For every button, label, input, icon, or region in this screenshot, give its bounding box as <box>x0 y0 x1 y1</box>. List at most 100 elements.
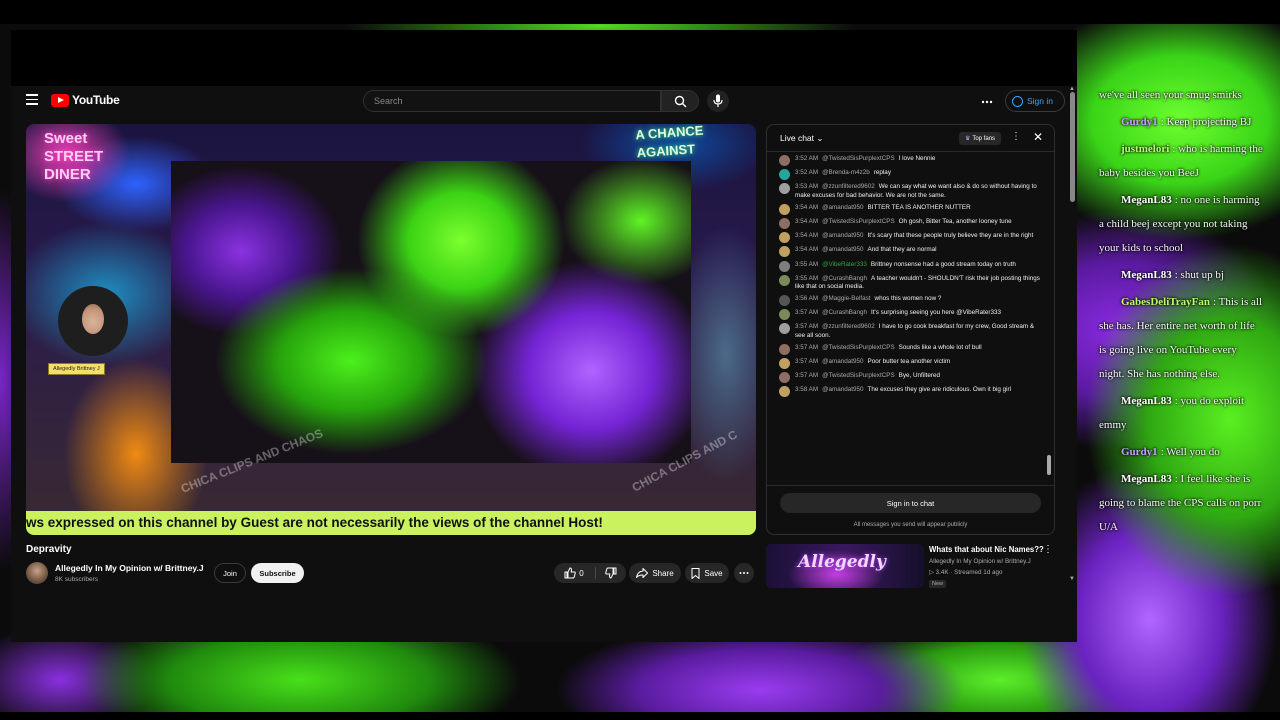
chat-more-icon[interactable]: ⋮ <box>1011 131 1021 142</box>
chat-avatar[interactable] <box>779 386 790 398</box>
chat-text: BITTER TEA IS ANOTHER NUTTER <box>867 203 971 211</box>
overlay-chat-message: Gurdy1: Keep projecting BJ <box>1099 110 1264 134</box>
recommended-thumbnail[interactable]: Allegedly <box>766 544 924 588</box>
top-fans-button[interactable]: ♛ Top fans <box>959 132 1001 145</box>
chat-avatar[interactable] <box>779 274 790 286</box>
chat-author[interactable]: @Brenda-m4z2b <box>822 169 870 176</box>
sign-in-to-chat-button[interactable]: Sign in to chat <box>780 493 1041 513</box>
chat-message-body: 3:56 AM @Maggie-Belfast whos this women no… <box>795 295 1041 304</box>
chat-message-body: 3:57 AM @TwistedSisPurplextCPS Sounds like… <box>795 344 1041 353</box>
chat-message: 3:52 AM @TwistedSisPurplextCPS I love Nenn… <box>779 155 1041 166</box>
scroll-down-arrow-icon[interactable]: ▼ <box>1069 576 1075 582</box>
chat-avatar[interactable] <box>779 203 790 215</box>
search-button[interactable] <box>661 90 699 112</box>
chat-avatar[interactable] <box>779 217 790 229</box>
chat-avatar[interactable] <box>779 260 790 272</box>
chat-timestamp: 3:57 AM <box>795 343 819 351</box>
chat-text: Sounds like a whole lot of bull <box>898 343 982 351</box>
search-box <box>363 90 680 112</box>
recommended-stats: 3.4K · Streamed 1d ago <box>935 569 1003 576</box>
share-button[interactable]: Share <box>629 563 681 583</box>
youtube-logo[interactable]: YouTube <box>51 93 120 107</box>
subscribe-button[interactable]: Subscribe <box>251 563 304 583</box>
live-chat-mode-dropdown[interactable]: Live chat ⌄ <box>780 133 824 144</box>
streamer-face <box>82 304 104 334</box>
chat-author[interactable]: @amandat950 <box>822 358 863 365</box>
search-input[interactable] <box>364 91 680 111</box>
chat-message-body: 3:53 AM @zzunfiltered9602 We can say what … <box>795 183 1041 200</box>
save-button[interactable]: Save <box>685 563 729 583</box>
chat-author[interactable]: @zzunfiltered9602 <box>822 183 875 190</box>
chat-message-body: 3:57 AM @zzunfiltered9602 I have to go coo… <box>795 323 1041 340</box>
sign-in-button[interactable]: Sign in <box>1005 90 1065 112</box>
chat-message: 3:58 AM @amandat950 The excuses they give … <box>779 386 1041 398</box>
chat-message: 3:57 AM @CurashBangh It's surprising seein… <box>779 309 1041 321</box>
recommended-more-icon[interactable]: ⋮ <box>1043 544 1053 555</box>
chat-avatar[interactable] <box>779 295 790 307</box>
page-scrollbar[interactable] <box>1070 92 1075 202</box>
recommended-title[interactable]: Whats that about Nic Names?? <box>929 545 1044 554</box>
chat-message-list[interactable]: 3:52 AM @TwistedSisPurplextCPS I love Nenn… <box>779 155 1041 485</box>
overlay-username: MeganL83 <box>1121 395 1172 407</box>
chat-message: 3:53 AM @zzunfiltered9602 We can say what … <box>779 183 1041 200</box>
chat-author[interactable]: @amandat950 <box>822 246 863 253</box>
chat-avatar[interactable] <box>779 246 790 258</box>
voice-search-button[interactable] <box>707 90 729 112</box>
chat-author[interactable]: @VibeRater333 <box>822 261 867 268</box>
overlay-chat-message: MeganL83: I feel like she is going to bl… <box>1099 467 1264 539</box>
channel-name[interactable]: Allegedly In My Opinion w/ Brittney.J <box>55 563 204 573</box>
settings-more-icon[interactable] <box>981 95 993 107</box>
chat-avatar[interactable] <box>779 155 790 166</box>
chat-timestamp: 3:57 AM <box>795 309 819 317</box>
chat-author[interactable]: @zzunfiltered9602 <box>822 323 875 330</box>
chat-author[interactable]: @amandat950 <box>822 232 863 239</box>
chat-text: And that they are normal <box>867 246 937 254</box>
channel-avatar[interactable] <box>26 562 48 584</box>
join-button[interactable]: Join <box>214 563 246 583</box>
video-player[interactable]: Sweet STREET DINER A CHANCE AGAINST Alle… <box>26 124 756 535</box>
chat-author[interactable]: @CurashBangh <box>822 309 867 316</box>
chat-author[interactable]: @CurashBangh <box>822 275 867 282</box>
chat-avatar[interactable] <box>779 309 790 321</box>
thumbs-down-icon <box>605 567 617 579</box>
chat-author[interactable]: @TwistedSisPurplextCPS <box>822 372 895 379</box>
chat-message: 3:54 AM @TwistedSisPurplextCPS Oh gosh, Bi… <box>779 217 1041 229</box>
recommended-channel[interactable]: Allegedly In My Opinion w/ Brittney.J <box>929 558 1031 565</box>
chat-author[interactable]: @TwistedSisPurplextCPS <box>822 218 895 225</box>
chat-author[interactable]: @TwistedSisPurplextCPS <box>822 344 895 351</box>
chat-close-icon[interactable]: ✕ <box>1033 130 1043 144</box>
chat-message-body: 3:57 AM @TwistedSisPurplextCPS Bye, Unfilt… <box>795 372 1041 381</box>
like-button[interactable]: 0 <box>554 563 594 583</box>
hamburger-menu-icon[interactable] <box>26 94 38 105</box>
chat-avatar[interactable] <box>779 358 790 369</box>
live-chat-panel: Live chat ⌄ ♛ Top fans ⋮ ✕ 3:52 AM @Twiste… <box>766 124 1055 535</box>
live-chat-title: Live chat <box>780 133 815 143</box>
crown-icon: ♛ <box>964 136 971 142</box>
chat-avatar[interactable] <box>779 372 790 384</box>
streamer-webcam <box>58 286 128 356</box>
chat-text: It's surprising seeing you here @VibeRat… <box>871 309 1002 317</box>
smoke-inset-video <box>171 161 691 463</box>
chat-author[interactable]: @amandat950 <box>822 386 863 393</box>
more-actions-button[interactable] <box>734 563 754 583</box>
dislike-button[interactable] <box>598 563 624 583</box>
chat-timestamp: 3:54 AM <box>795 246 819 254</box>
bottom-letterbox <box>0 712 1280 720</box>
chat-scrollbar[interactable] <box>1047 455 1051 475</box>
chat-message: 3:55 AM @CurashBangh A teacher wouldn't - … <box>779 274 1041 292</box>
chat-avatar[interactable] <box>779 343 790 355</box>
chat-avatar[interactable] <box>779 169 790 181</box>
chat-avatar[interactable] <box>779 183 790 195</box>
save-label: Save <box>704 568 723 578</box>
chat-text: It's scary that these people truly belie… <box>867 232 1034 240</box>
chat-author[interactable]: @TwistedSisPurplextCPS <box>822 155 895 162</box>
chat-message-body: 3:55 AM @VibeRater333 Brittney nonsense ha… <box>795 261 1041 270</box>
recommended-meta: ▷ 3.4K · Streamed 1d ago <box>929 569 1002 576</box>
chat-timestamp: 3:57 AM <box>795 323 819 331</box>
chat-avatar[interactable] <box>779 323 790 335</box>
chat-timestamp: 3:53 AM <box>795 183 819 191</box>
chat-avatar[interactable] <box>779 232 790 244</box>
chat-author[interactable]: @Maggie-Belfast <box>822 295 870 302</box>
chat-author[interactable]: @amandat950 <box>822 204 863 211</box>
chat-timestamp: 3:57 AM <box>795 372 819 380</box>
